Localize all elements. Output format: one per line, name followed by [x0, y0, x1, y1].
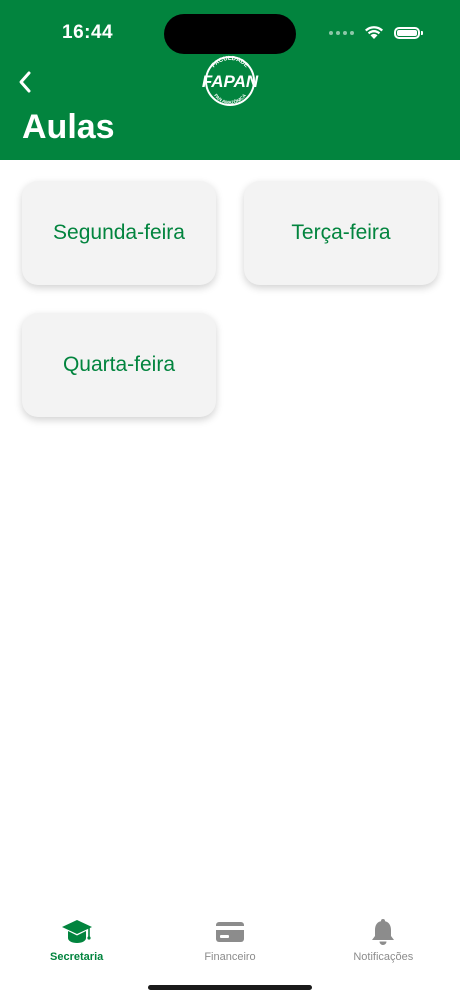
fapan-logo: FACULDADE FAPAN PAN AMAZÔNICA [202, 56, 259, 106]
tab-notificacoes[interactable]: Notificações [307, 905, 460, 965]
bottom-tab-bar: Secretaria Financeiro Notificações [0, 905, 460, 965]
bell-icon [366, 915, 400, 949]
svg-text:FACULDADE: FACULDADE [211, 56, 249, 69]
battery-icon [394, 26, 423, 39]
dynamic-island [164, 14, 296, 54]
app-header: 16:44 FACULDADE FAPAN PAN AMAZÔNICA Aula… [0, 0, 460, 160]
tab-secretaria[interactable]: Secretaria [0, 905, 153, 965]
chevron-left-icon [19, 71, 31, 93]
status-icons [329, 25, 423, 40]
status-time: 16:44 [62, 22, 114, 43]
tab-financeiro[interactable]: Financeiro [153, 905, 306, 965]
day-card-terca[interactable]: Terça-feira [244, 181, 438, 285]
page-title: Aulas [22, 108, 115, 146]
day-card-quarta[interactable]: Quarta-feira [22, 313, 216, 417]
wifi-icon [365, 26, 383, 39]
logo-name: FAPAN [202, 72, 259, 91]
credit-card-icon [213, 915, 247, 949]
tab-label: Secretaria [50, 951, 104, 963]
graduation-cap-icon [60, 915, 94, 949]
cellular-signal-icon [329, 30, 354, 35]
logo-bottom-text: PAN AMAZÔNICA [213, 92, 247, 105]
svg-text:PAN AMAZÔNICA: PAN AMAZÔNICA [213, 92, 247, 105]
home-indicator [148, 985, 312, 990]
day-card-segunda[interactable]: Segunda-feira [22, 181, 216, 285]
logo-top-text: FACULDADE [211, 56, 249, 69]
tab-label: Notificações [353, 951, 414, 963]
tab-label: Financeiro [204, 951, 256, 963]
back-button[interactable] [8, 62, 42, 102]
